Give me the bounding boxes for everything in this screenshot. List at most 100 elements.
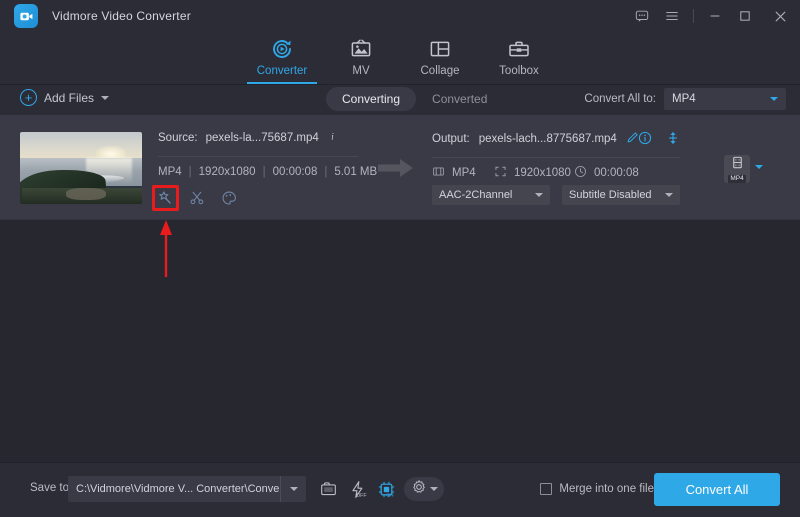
tab-converted[interactable]: Converted bbox=[416, 87, 503, 111]
output-resolution: 1920x1080 bbox=[514, 167, 571, 179]
palette-edit-icon[interactable] bbox=[220, 189, 238, 207]
save-to-label: Save to: bbox=[30, 482, 72, 494]
scissors-cut-icon[interactable] bbox=[188, 189, 206, 207]
output-resolution-group: 1920x1080 bbox=[494, 165, 574, 181]
collage-grid-icon bbox=[428, 36, 452, 62]
svg-text:i: i bbox=[331, 132, 334, 142]
save-path-value: C:\Vidmore\Vidmore V... Converter\Conver… bbox=[68, 483, 280, 495]
video-thumbnail[interactable] bbox=[20, 132, 142, 204]
tab-toolbox[interactable]: Toolbox bbox=[480, 32, 558, 84]
format-badge-chevron-down-icon[interactable] bbox=[755, 165, 763, 169]
hamburger-menu-icon[interactable] bbox=[657, 0, 687, 32]
audio-track-value: AAC-2Channel bbox=[439, 189, 512, 201]
annotation-red-up-arrow bbox=[159, 219, 173, 277]
chevron-down-icon bbox=[665, 193, 673, 197]
right-arrow-icon bbox=[378, 158, 414, 183]
source-filename: pexels-la...75687.mp4 bbox=[206, 132, 319, 144]
app-title: Vidmore Video Converter bbox=[52, 9, 191, 23]
maximize-icon[interactable] bbox=[730, 0, 760, 32]
output-meta: MP4 1920x1080 00:00:08 bbox=[432, 165, 639, 181]
lightning-off-icon[interactable]: OFF bbox=[345, 477, 369, 501]
tab-converter[interactable]: Converter bbox=[243, 32, 321, 84]
gpu-chip-on-icon[interactable]: ON bbox=[374, 477, 398, 501]
pencil-edit-icon[interactable] bbox=[626, 131, 639, 147]
tab-converting[interactable]: Converting bbox=[326, 87, 416, 111]
source-divider bbox=[158, 156, 358, 157]
output-row: Output: pexels-lach...8775687.mp4 bbox=[432, 131, 639, 147]
output-filename: pexels-lach...8775687.mp4 bbox=[479, 133, 617, 145]
convert-circle-icon bbox=[270, 36, 294, 62]
annotation-highlight-box bbox=[152, 185, 179, 211]
source-resolution: 1920x1080 bbox=[199, 166, 256, 178]
merge-checkbox[interactable] bbox=[540, 483, 552, 495]
convert-all-to-select[interactable]: MP4 bbox=[664, 88, 786, 110]
resize-icon bbox=[494, 165, 507, 181]
convert-all-to-value: MP4 bbox=[672, 93, 696, 105]
feedback-icon[interactable] bbox=[627, 0, 657, 32]
chevron-down-icon bbox=[770, 97, 778, 101]
tab-converter-label: Converter bbox=[257, 65, 308, 77]
output-duration: 00:00:08 bbox=[594, 167, 639, 179]
picture-frame-icon bbox=[349, 36, 373, 62]
minimize-icon[interactable] bbox=[700, 0, 730, 32]
source-duration: 00:00:08 bbox=[273, 166, 318, 178]
output-action-icons bbox=[638, 131, 680, 150]
source-format: MP4 bbox=[158, 166, 182, 178]
status-segmented-control: Converting Converted bbox=[326, 87, 503, 111]
app-window: Vidmore Video Converter bbox=[0, 0, 800, 517]
tab-collage[interactable]: Collage bbox=[401, 32, 479, 84]
bolt-state-label: OFF bbox=[355, 493, 366, 499]
audio-track-select[interactable]: AAC-2Channel bbox=[432, 185, 550, 205]
tab-collage-label: Collage bbox=[421, 65, 460, 77]
settings-button[interactable] bbox=[404, 477, 444, 501]
control-divider bbox=[693, 9, 694, 23]
app-logo-icon bbox=[14, 4, 38, 28]
main-nav: Converter MV bbox=[0, 32, 800, 85]
film-frame-icon bbox=[432, 165, 445, 181]
close-icon[interactable] bbox=[760, 0, 800, 32]
format-badge-label: MP4 bbox=[728, 175, 745, 183]
chevron-down-icon[interactable] bbox=[101, 96, 109, 100]
source-meta: MP4 | 1920x1080 | 00:00:08 | 5.01 MB bbox=[158, 166, 377, 178]
open-folder-icon[interactable] bbox=[316, 477, 340, 501]
convert-all-to-label: Convert All to: bbox=[584, 93, 656, 105]
film-strip-icon bbox=[731, 156, 744, 174]
output-format: MP4 bbox=[452, 167, 476, 179]
output-duration-group: 00:00:08 bbox=[574, 165, 639, 181]
save-path-field[interactable]: C:\Vidmore\Vidmore V... Converter\Conver… bbox=[68, 476, 306, 502]
plus-circle-icon: + bbox=[20, 89, 37, 106]
bottom-bar: Save to: C:\Vidmore\Vidmore V... Convert… bbox=[0, 462, 800, 517]
subtitle-select[interactable]: Subtitle Disabled bbox=[562, 185, 680, 205]
output-divider bbox=[432, 157, 680, 158]
toolbox-icon bbox=[507, 36, 531, 62]
gear-settings-icon bbox=[411, 479, 427, 500]
clock-icon bbox=[574, 165, 587, 181]
cpu-state-label: ON bbox=[386, 492, 394, 498]
window-controls bbox=[627, 0, 800, 32]
subtitle-value: Subtitle Disabled bbox=[569, 189, 652, 201]
info-icon[interactable]: i bbox=[327, 131, 338, 145]
source-size: 5.01 MB bbox=[334, 166, 377, 178]
tab-mv[interactable]: MV bbox=[322, 32, 400, 84]
add-files-label: Add Files bbox=[44, 91, 94, 105]
output-label: Output: bbox=[432, 133, 470, 145]
add-files-button[interactable]: + Add Files bbox=[20, 89, 109, 106]
merge-into-one-file-control[interactable]: Merge into one file bbox=[540, 483, 654, 495]
file-toolbar: + Add Files Converting Converted Convert… bbox=[0, 85, 800, 115]
save-path-chevron-down-icon[interactable] bbox=[280, 476, 306, 502]
source-row: Source: pexels-la...75687.mp4 i bbox=[158, 131, 338, 145]
tab-toolbox-label: Toolbox bbox=[499, 65, 539, 77]
chevron-down-icon bbox=[535, 193, 543, 197]
tab-mv-label: MV bbox=[352, 65, 369, 77]
output-format-group: MP4 bbox=[432, 165, 494, 181]
source-label: Source: bbox=[158, 132, 198, 144]
vertical-adjust-icon[interactable] bbox=[666, 131, 680, 150]
output-dropdowns: AAC-2Channel Subtitle Disabled bbox=[432, 185, 680, 205]
merge-label: Merge into one file bbox=[559, 483, 654, 495]
convert-all-button[interactable]: Convert All bbox=[654, 473, 780, 506]
chevron-down-icon bbox=[430, 487, 438, 491]
convert-all-to-control: Convert All to: MP4 bbox=[584, 88, 786, 110]
output-format-badge[interactable]: MP4 bbox=[724, 155, 750, 183]
info-icon[interactable] bbox=[638, 131, 652, 150]
title-bar: Vidmore Video Converter bbox=[0, 0, 800, 32]
